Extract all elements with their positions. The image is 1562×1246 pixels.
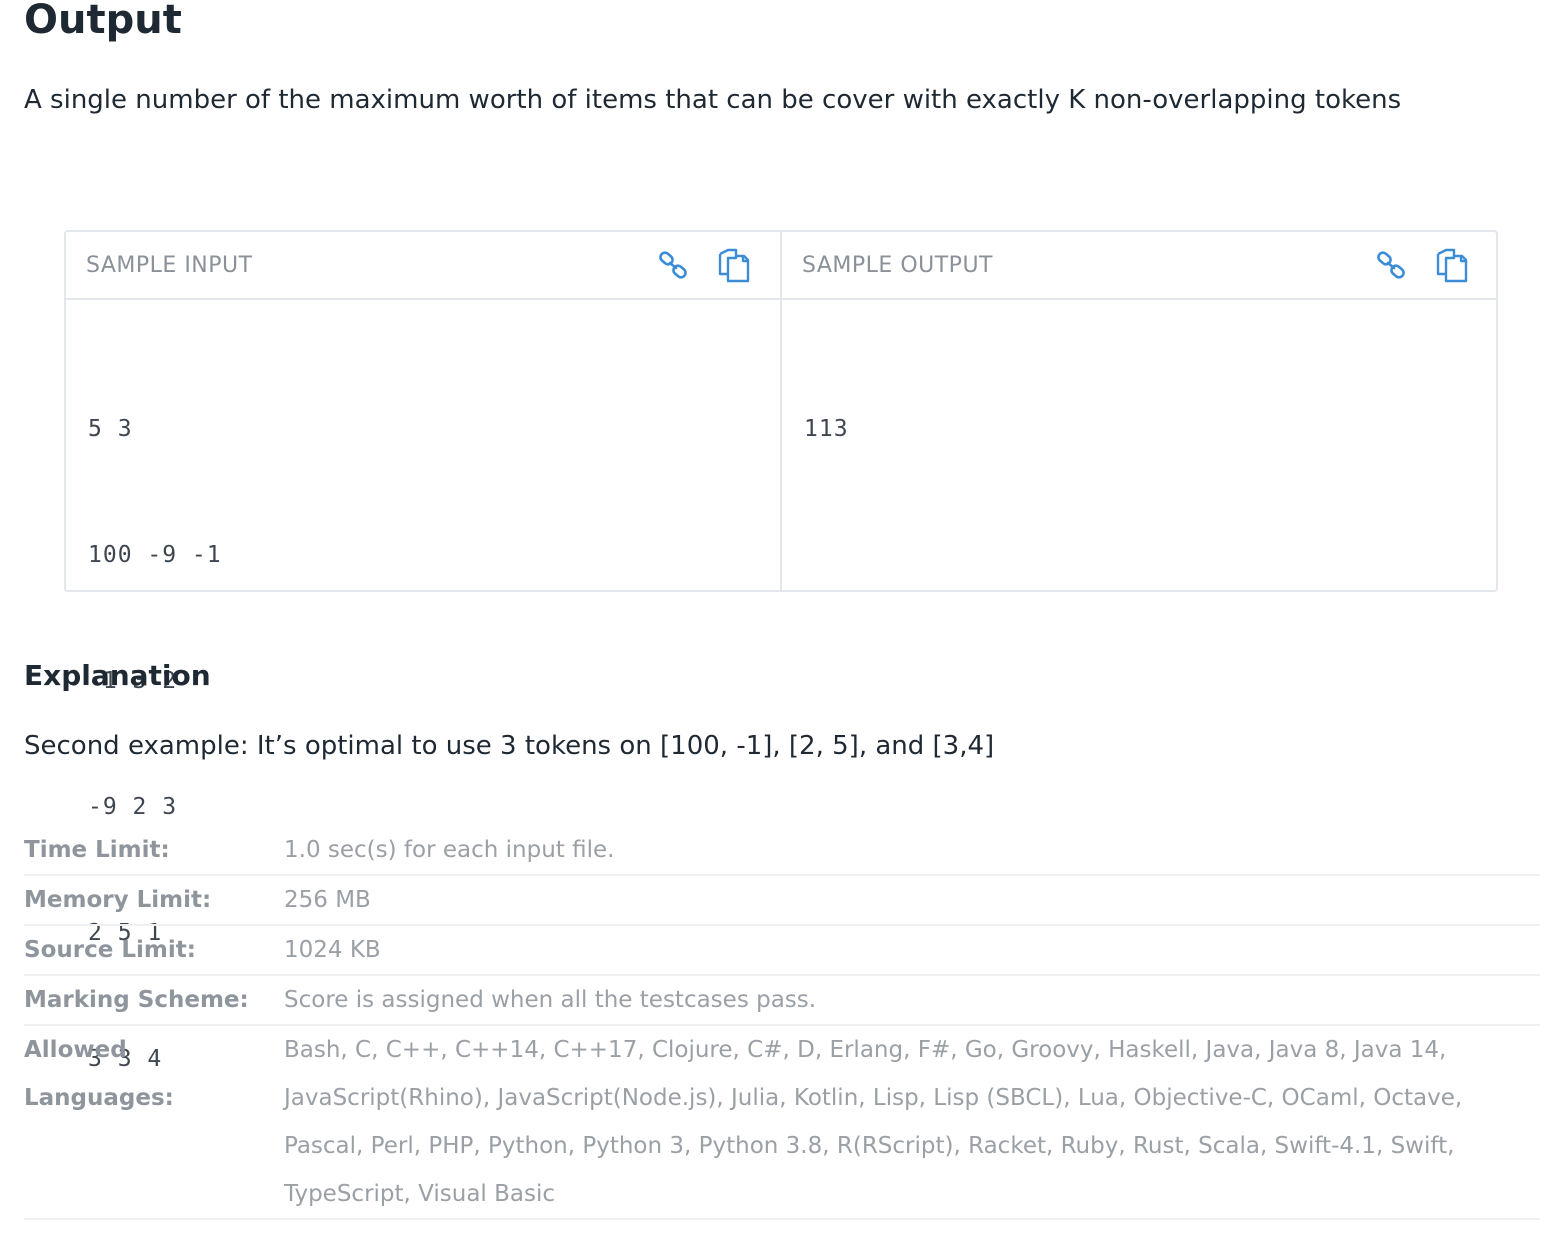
limit-value: 1.0 sec(s) for each input file. [284, 837, 615, 863]
limit-row: Memory Limit: 256 MB [24, 876, 1540, 926]
link-icon[interactable] [1374, 248, 1410, 284]
link-icon[interactable] [656, 248, 692, 284]
copy-icon[interactable] [716, 248, 752, 284]
output-description: A single number of the maximum worth of … [24, 85, 1402, 115]
limit-key: Time Limit: [24, 837, 170, 863]
limit-value: 1024 KB [284, 937, 381, 963]
sample-input-panel: SAMPLE INPUT 5 3 100 -9 -1 -1 3 2 -9 2 3… [66, 232, 782, 1072]
limit-value: Score is assigned when all the testcases… [284, 987, 817, 1013]
samples-panel: SAMPLE INPUT 5 3 100 -9 -1 -1 3 2 -9 2 3… [64, 230, 1498, 1072]
explanation-text: Second example: It’s optimal to use 3 to… [24, 731, 995, 761]
explanation-heading: Explanation [24, 659, 211, 692]
sample-output-content: 113 [782, 300, 1496, 534]
limits-table: Time Limit: 1.0 sec(s) for each input fi… [24, 826, 1540, 1220]
limit-key: Source Limit: [24, 937, 196, 963]
sample-input-line: 5 3 [88, 416, 133, 442]
output-heading: Output [24, 0, 182, 43]
sample-output-panel: SAMPLE OUTPUT 113 [782, 232, 1496, 590]
limit-key: Allowed Languages: [24, 1037, 174, 1111]
limit-row: Marking Scheme: Score is assigned when a… [24, 976, 1540, 1026]
limit-row: Time Limit: 1.0 sec(s) for each input fi… [24, 826, 1540, 876]
sample-input-line: 100 -9 -1 [88, 542, 222, 568]
copy-icon[interactable] [1434, 248, 1470, 284]
limit-value: 256 MB [284, 887, 371, 913]
limit-row: Source Limit: 1024 KB [24, 926, 1540, 976]
limit-key: Marking Scheme: [24, 987, 249, 1013]
sample-input-label: SAMPLE INPUT [86, 253, 253, 278]
limit-key: Memory Limit: [24, 887, 212, 913]
allowed-languages-value: Bash, C, C++, C++14, C++17, Clojure, C#,… [284, 1037, 1463, 1207]
sample-input-line: -9 2 3 [88, 794, 178, 820]
sample-output-header: SAMPLE OUTPUT [782, 232, 1496, 300]
sample-input-header: SAMPLE INPUT [66, 232, 780, 300]
sample-output-line: 113 [804, 416, 849, 442]
sample-output-label: SAMPLE OUTPUT [802, 253, 993, 278]
limit-row: Allowed Languages: Bash, C, C++, C++14, … [24, 1026, 1540, 1220]
